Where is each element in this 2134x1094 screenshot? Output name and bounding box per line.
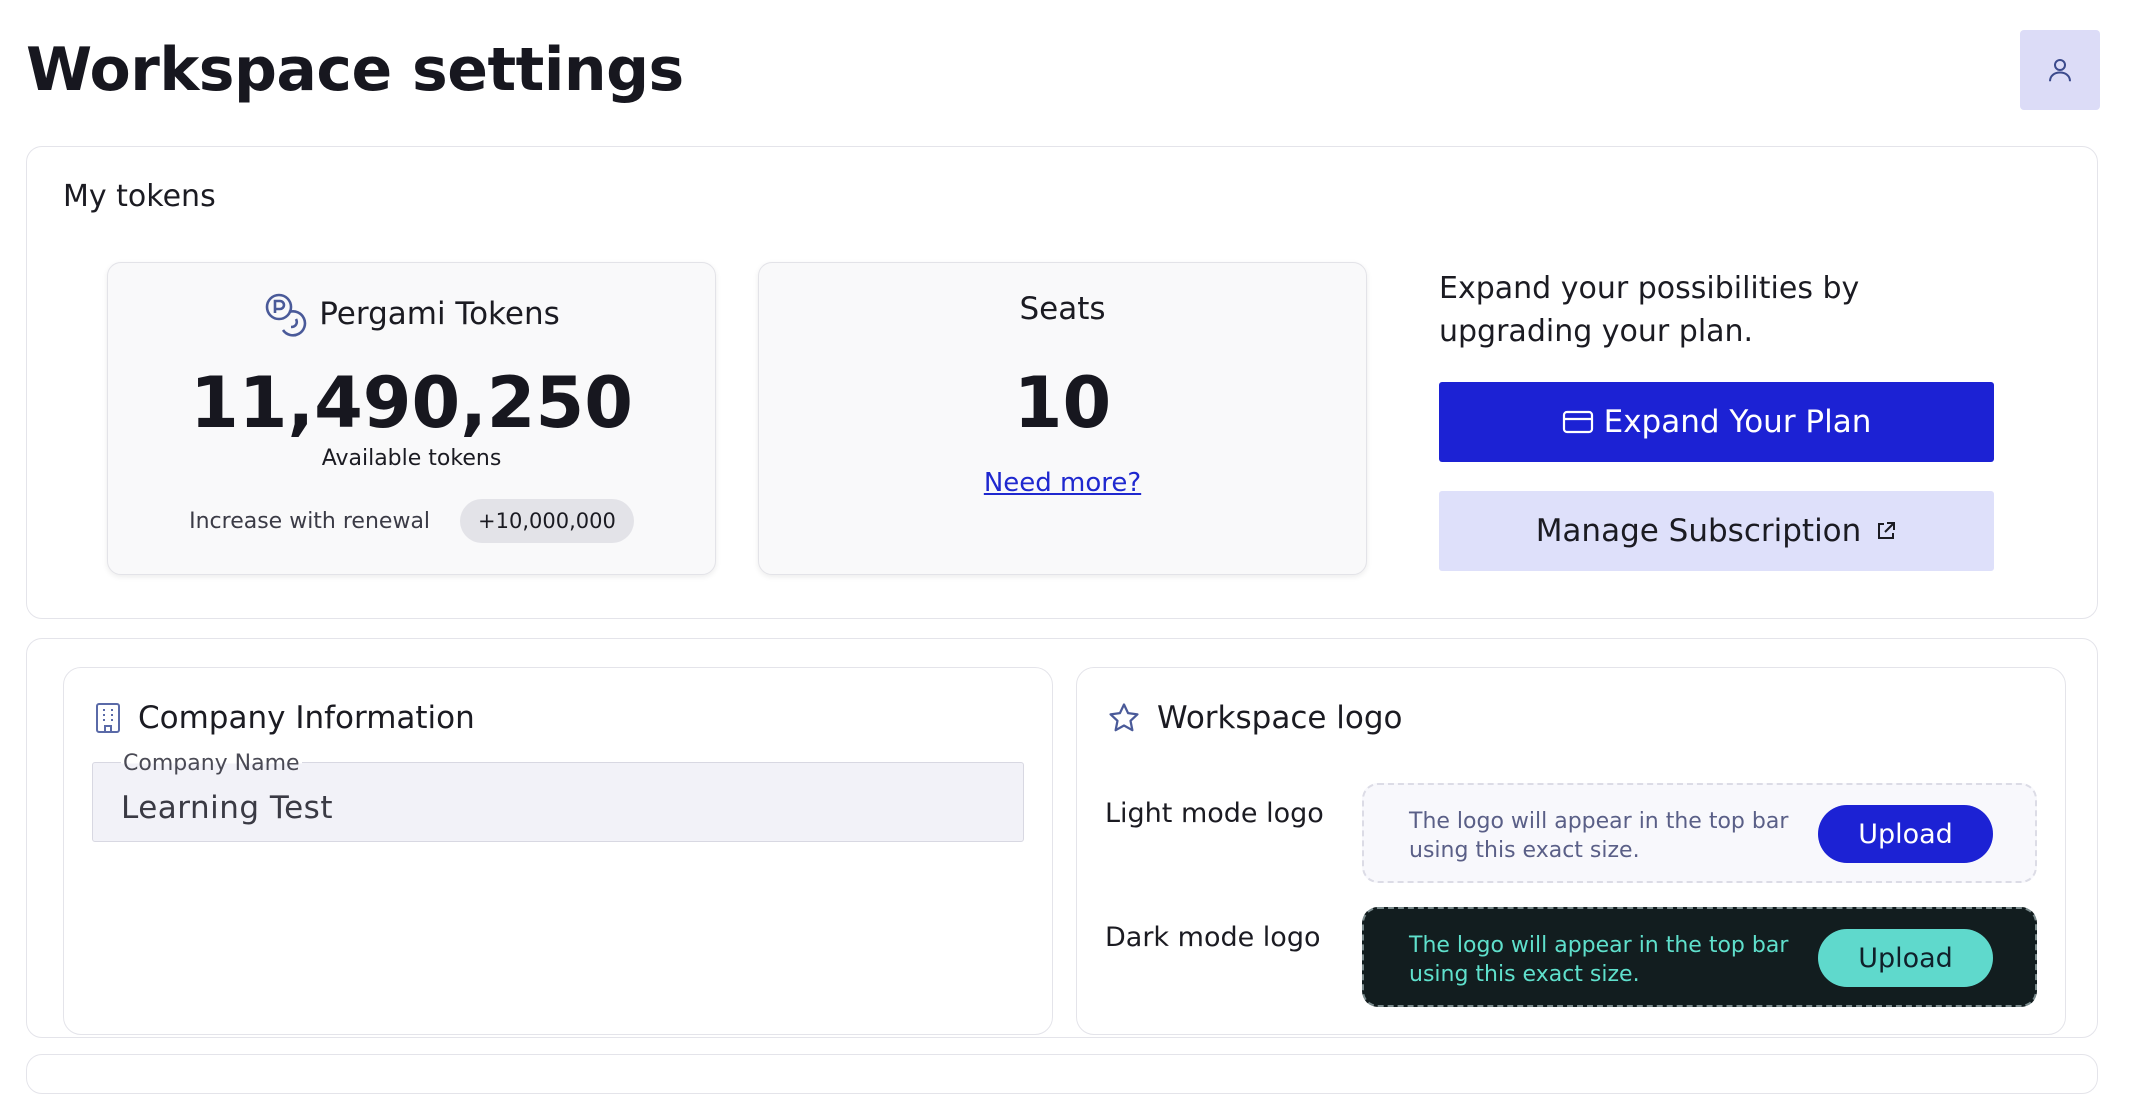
upsell-text: Expand your possibilities by upgrading y… — [1439, 271, 1860, 349]
company-name-field: Company Name — [92, 751, 1024, 842]
manage-subscription-label: Manage Subscription — [1535, 513, 1862, 549]
dark-logo-dropzone[interactable]: The logo will appear in the top bar usin… — [1362, 907, 2037, 1007]
company-name-input[interactable] — [119, 789, 1003, 827]
manage-subscription-button[interactable]: Manage Subscription — [1439, 491, 1994, 571]
available-tokens-value: 11,490,250 — [190, 362, 633, 444]
seats-label: Seats — [1019, 291, 1106, 327]
page-title: Workspace settings — [26, 35, 684, 105]
my-tokens-card: My tokens Pergami Tokens 11,490,250 Avai… — [26, 146, 2098, 619]
pergami-tokens-card: Pergami Tokens 11,490,250 Available toke… — [107, 262, 716, 575]
dark-logo-upload-button[interactable]: Upload — [1818, 929, 1993, 987]
light-logo-dropzone[interactable]: The logo will appear in the top bar usin… — [1362, 783, 2037, 883]
pergami-tokens-label: Pergami Tokens — [319, 296, 560, 332]
workspace-logo-header: Workspace logo — [1107, 700, 1403, 736]
seats-header: Seats — [759, 291, 1366, 327]
company-information-title: Company Information — [138, 700, 475, 736]
pergami-tokens-header: Pergami Tokens — [108, 291, 715, 337]
light-logo-hint: The logo will appear in the top bar usin… — [1409, 809, 1789, 863]
renewal-row: Increase with renewal +10,000,000 — [108, 499, 715, 543]
expand-plan-label: Expand Your Plan — [1603, 404, 1872, 440]
user-icon — [2049, 59, 2071, 82]
star-icon — [1109, 703, 1139, 732]
available-tokens-label: Available tokens — [321, 446, 502, 471]
seats-value: 10 — [1013, 362, 1112, 444]
renewal-badge: +10,000,000 — [460, 499, 634, 543]
building-icon — [96, 703, 120, 733]
external-link-icon — [1878, 522, 1896, 539]
pergami-token-icon — [265, 293, 307, 337]
workspace-logo-card: Workspace logo Light mode logo The logo … — [1076, 667, 2066, 1035]
expand-plan-button[interactable]: Expand Your Plan — [1439, 382, 1994, 462]
seats-card: Seats 10 Need more? — [758, 262, 1367, 575]
dark-mode-logo-label: Dark mode logo — [1105, 922, 1321, 953]
credit-card-icon — [1562, 410, 1593, 434]
company-information-card: Company Information Company Name — [63, 667, 1053, 1035]
company-information-header: Company Information — [94, 700, 475, 736]
light-logo-upload-button[interactable]: Upload — [1818, 805, 1993, 863]
next-section-card — [26, 1054, 2098, 1094]
my-tokens-title: My tokens — [63, 179, 216, 214]
renewal-label: Increase with renewal — [189, 508, 431, 534]
user-menu-button[interactable] — [2020, 30, 2100, 110]
settings-lower-card: Company Information Company Name Workspa… — [26, 638, 2098, 1038]
dark-logo-hint: The logo will appear in the top bar usin… — [1409, 933, 1789, 987]
workspace-logo-title: Workspace logo — [1157, 700, 1403, 736]
need-more-link[interactable]: Need more? — [759, 468, 1366, 498]
light-mode-logo-label: Light mode logo — [1105, 798, 1324, 829]
company-name-label: Company Name — [121, 751, 302, 776]
